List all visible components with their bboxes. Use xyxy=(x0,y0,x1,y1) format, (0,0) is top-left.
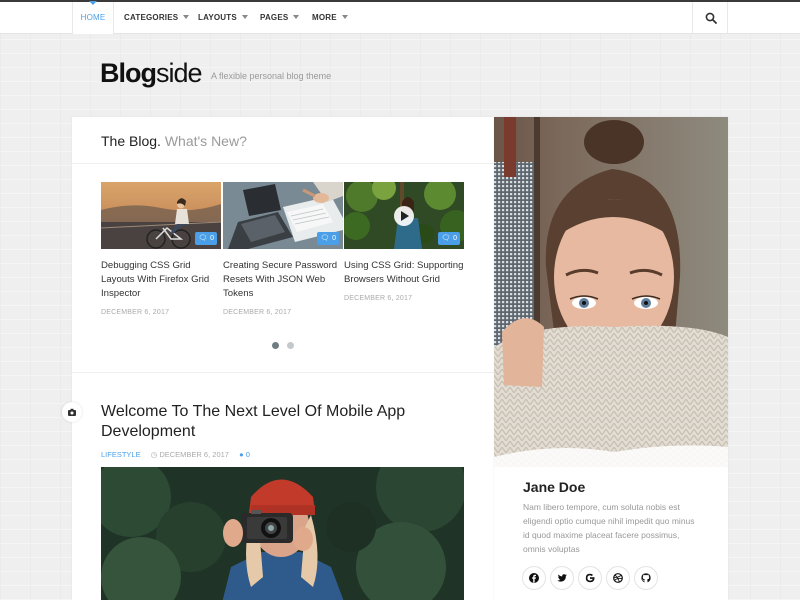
facebook-icon xyxy=(529,573,539,583)
top-navbar: HOME CATEGORIES LAYOUTS PAGES MORE xyxy=(0,1,800,34)
social-google-button[interactable] xyxy=(579,567,601,589)
social-dribbble-button[interactable] xyxy=(607,567,629,589)
search-icon xyxy=(705,12,717,24)
post-card[interactable]: 🗨 0 Creating Secure Password Resets With … xyxy=(223,182,343,316)
nav-layouts[interactable]: LAYOUTS xyxy=(198,2,248,34)
author-name: Jane Doe xyxy=(523,479,586,495)
social-github-button[interactable] xyxy=(635,567,657,589)
divider xyxy=(72,163,494,164)
divider xyxy=(72,372,494,373)
search-button[interactable] xyxy=(692,2,728,34)
chevron-down-icon xyxy=(241,15,248,19)
social-twitter-button[interactable] xyxy=(551,567,573,589)
nav-home[interactable]: HOME xyxy=(72,1,114,34)
google-icon xyxy=(585,573,595,583)
site-tagline: A flexible personal blog theme xyxy=(211,71,332,81)
post-date: DECEMBER 6, 2017 xyxy=(344,295,413,302)
comment-count: 0 xyxy=(332,235,336,242)
post-date-text: DECEMBER 6, 2017 xyxy=(159,450,229,459)
nav-pages-label: PAGES xyxy=(260,13,289,22)
featured-post-title[interactable]: Welcome To The Next Level Of Mobile App … xyxy=(101,402,431,442)
comment-count-badge: 🗨 0 xyxy=(317,232,339,245)
camera-icon xyxy=(68,408,76,416)
logo-bold: Blog xyxy=(100,58,157,88)
featured-post-meta: LIFESTYLE ◷ DECEMBER 6, 2017 ● 0 xyxy=(101,450,250,459)
post-comments-count: 0 xyxy=(245,450,250,459)
blog-section-subtitle: What's New? xyxy=(164,133,247,149)
comment-count-badge: 🗨 0 xyxy=(438,232,460,245)
post-thumbnail-desk[interactable]: 🗨 0 xyxy=(223,182,343,249)
comment-icon: 🗨 xyxy=(441,235,451,242)
blog-section-title-main: The Blog. xyxy=(101,133,161,149)
nav-categories-label: CATEGORIES xyxy=(124,13,179,22)
github-icon xyxy=(641,573,651,583)
social-facebook-button[interactable] xyxy=(523,567,545,589)
comment-icon: ● xyxy=(239,450,244,459)
dribbble-icon xyxy=(613,573,623,583)
author-bio: Nam libero tempore, cum soluta nobis est… xyxy=(523,502,695,554)
post-date: DECEMBER 6, 2017 xyxy=(101,309,170,316)
post-thumbnail-forest[interactable]: 🗨 0 xyxy=(344,182,464,249)
nav-layouts-label: LAYOUTS xyxy=(198,13,237,22)
clock-icon: ◷ xyxy=(150,450,158,459)
post-thumbnail-cyclist[interactable]: 🗨 0 xyxy=(101,182,221,249)
comment-count: 0 xyxy=(453,235,457,242)
post-format-badge xyxy=(62,402,82,422)
post-card[interactable]: 🗨 0 Debugging CSS Grid Layouts With Firef… xyxy=(101,182,221,316)
site-logo[interactable]: Blogside xyxy=(100,58,203,89)
comment-count: 0 xyxy=(210,235,214,242)
post-date: DECEMBER 6, 2017 xyxy=(223,309,292,316)
post-title[interactable]: Using CSS Grid: Supporting Browsers With… xyxy=(344,259,464,287)
post-category-link[interactable]: LIFESTYLE xyxy=(101,450,141,459)
post-comments-link[interactable]: ● 0 xyxy=(239,450,250,459)
nav-more[interactable]: MORE xyxy=(312,2,348,34)
chevron-down-icon xyxy=(293,15,300,19)
featured-post-image[interactable] xyxy=(101,467,464,600)
photographer-image xyxy=(101,467,464,600)
nav-more-label: MORE xyxy=(312,13,337,22)
comment-icon: 🗨 xyxy=(198,235,208,242)
carousel-dot-active[interactable] xyxy=(272,342,279,349)
post-title[interactable]: Debugging CSS Grid Layouts With Firefox … xyxy=(101,259,221,301)
post-card[interactable]: 🗨 0 Using CSS Grid: Supporting Browsers W… xyxy=(344,182,464,302)
comment-count-badge: 🗨 0 xyxy=(195,232,217,245)
nav-pages[interactable]: PAGES xyxy=(260,2,300,34)
logo-light: side xyxy=(156,58,203,88)
author-photo xyxy=(494,117,728,467)
post-date: ◷ DECEMBER 6, 2017 xyxy=(151,450,229,459)
nav-categories[interactable]: CATEGORIES xyxy=(124,2,190,34)
blog-section-title: The Blog. What's New? xyxy=(101,133,247,149)
chevron-down-icon xyxy=(341,15,348,19)
chevron-down-icon xyxy=(183,15,190,19)
carousel-dot[interactable] xyxy=(287,342,294,349)
post-title[interactable]: Creating Secure Password Resets With JSO… xyxy=(223,259,343,301)
twitter-icon xyxy=(557,574,567,582)
author-portrait-image xyxy=(494,117,728,467)
comment-icon: 🗨 xyxy=(320,235,330,242)
